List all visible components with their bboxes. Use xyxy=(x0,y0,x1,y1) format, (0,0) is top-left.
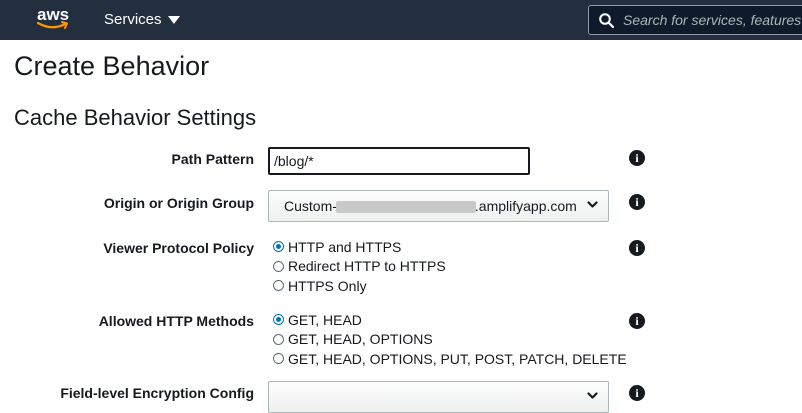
services-label: Services xyxy=(104,11,162,28)
allowed-methods-option-get-head[interactable]: GET, HEAD xyxy=(273,310,627,330)
top-navigation-bar: aws Services xyxy=(0,0,802,40)
allowed-methods-option-get-head-options[interactable]: GET, HEAD, OPTIONS xyxy=(273,330,627,350)
fle-config-select[interactable] xyxy=(268,381,609,413)
page-title: Create Behavior xyxy=(14,51,210,81)
section-title: Cache Behavior Settings xyxy=(14,105,257,130)
radio-button[interactable] xyxy=(273,280,284,292)
origin-label: Origin or Origin Group xyxy=(103,195,254,211)
chevron-down-icon xyxy=(587,392,598,399)
radio-label: GET, HEAD, OPTIONS xyxy=(288,331,433,348)
allowed-methods-option-all[interactable]: GET, HEAD, OPTIONS, PUT, POST, PATCH, DE… xyxy=(273,349,627,369)
radio-button[interactable] xyxy=(273,353,284,365)
radio-label: HTTPS Only xyxy=(288,277,367,294)
fle-config-label: Field-level Encryption Config xyxy=(60,385,254,401)
allowed-methods-radio-group: GET, HEAD GET, HEAD, OPTIONS GET, HEAD, … xyxy=(273,310,627,369)
fle-config-info-icon[interactable]: i xyxy=(629,385,645,401)
radio-button[interactable] xyxy=(273,260,284,272)
origin-selected-value: Custom- .amplifyapp.com xyxy=(284,198,577,214)
allowed-methods-label: Allowed HTTP Methods xyxy=(98,313,254,329)
caret-down-icon xyxy=(167,16,180,24)
viewer-protocol-option-redirect[interactable]: Redirect HTTP to HTTPS xyxy=(273,257,446,277)
origin-value-suffix: .amplifyapp.com xyxy=(474,198,577,214)
origin-select[interactable]: Custom- .amplifyapp.com xyxy=(268,190,609,222)
allowed-methods-info-icon[interactable]: i xyxy=(629,313,645,329)
radio-button[interactable] xyxy=(273,333,284,345)
origin-value-prefix: Custom- xyxy=(284,198,337,214)
redacted-region xyxy=(335,201,476,214)
origin-info-icon[interactable]: i xyxy=(629,194,645,210)
path-pattern-label: Path Pattern xyxy=(171,151,254,167)
viewer-protocol-radio-group: HTTP and HTTPS Redirect HTTP to HTTPS HT… xyxy=(273,237,446,296)
aws-logo[interactable]: aws xyxy=(37,5,71,33)
radio-label: HTTP and HTTPS xyxy=(288,238,402,255)
search-box[interactable] xyxy=(588,5,802,35)
search-input[interactable] xyxy=(623,6,802,34)
path-pattern-input[interactable] xyxy=(268,147,530,175)
chevron-down-icon xyxy=(587,201,598,208)
aws-smile-icon xyxy=(37,21,68,29)
viewer-protocol-option-http-and-https[interactable]: HTTP and HTTPS xyxy=(273,237,446,257)
viewer-protocol-label: Viewer Protocol Policy xyxy=(103,240,254,256)
viewer-protocol-option-https-only[interactable]: HTTPS Only xyxy=(273,276,446,296)
radio-label: Redirect HTTP to HTTPS xyxy=(288,258,446,275)
viewer-protocol-info-icon[interactable]: i xyxy=(629,240,645,256)
search-icon xyxy=(599,13,614,28)
services-menu-button[interactable]: Services xyxy=(104,11,180,28)
radio-button-selected[interactable] xyxy=(273,241,284,253)
path-pattern-info-icon[interactable]: i xyxy=(629,150,645,166)
radio-button-selected[interactable] xyxy=(273,314,284,326)
radio-label: GET, HEAD xyxy=(288,311,362,328)
radio-label: GET, HEAD, OPTIONS, PUT, POST, PATCH, DE… xyxy=(288,350,627,367)
